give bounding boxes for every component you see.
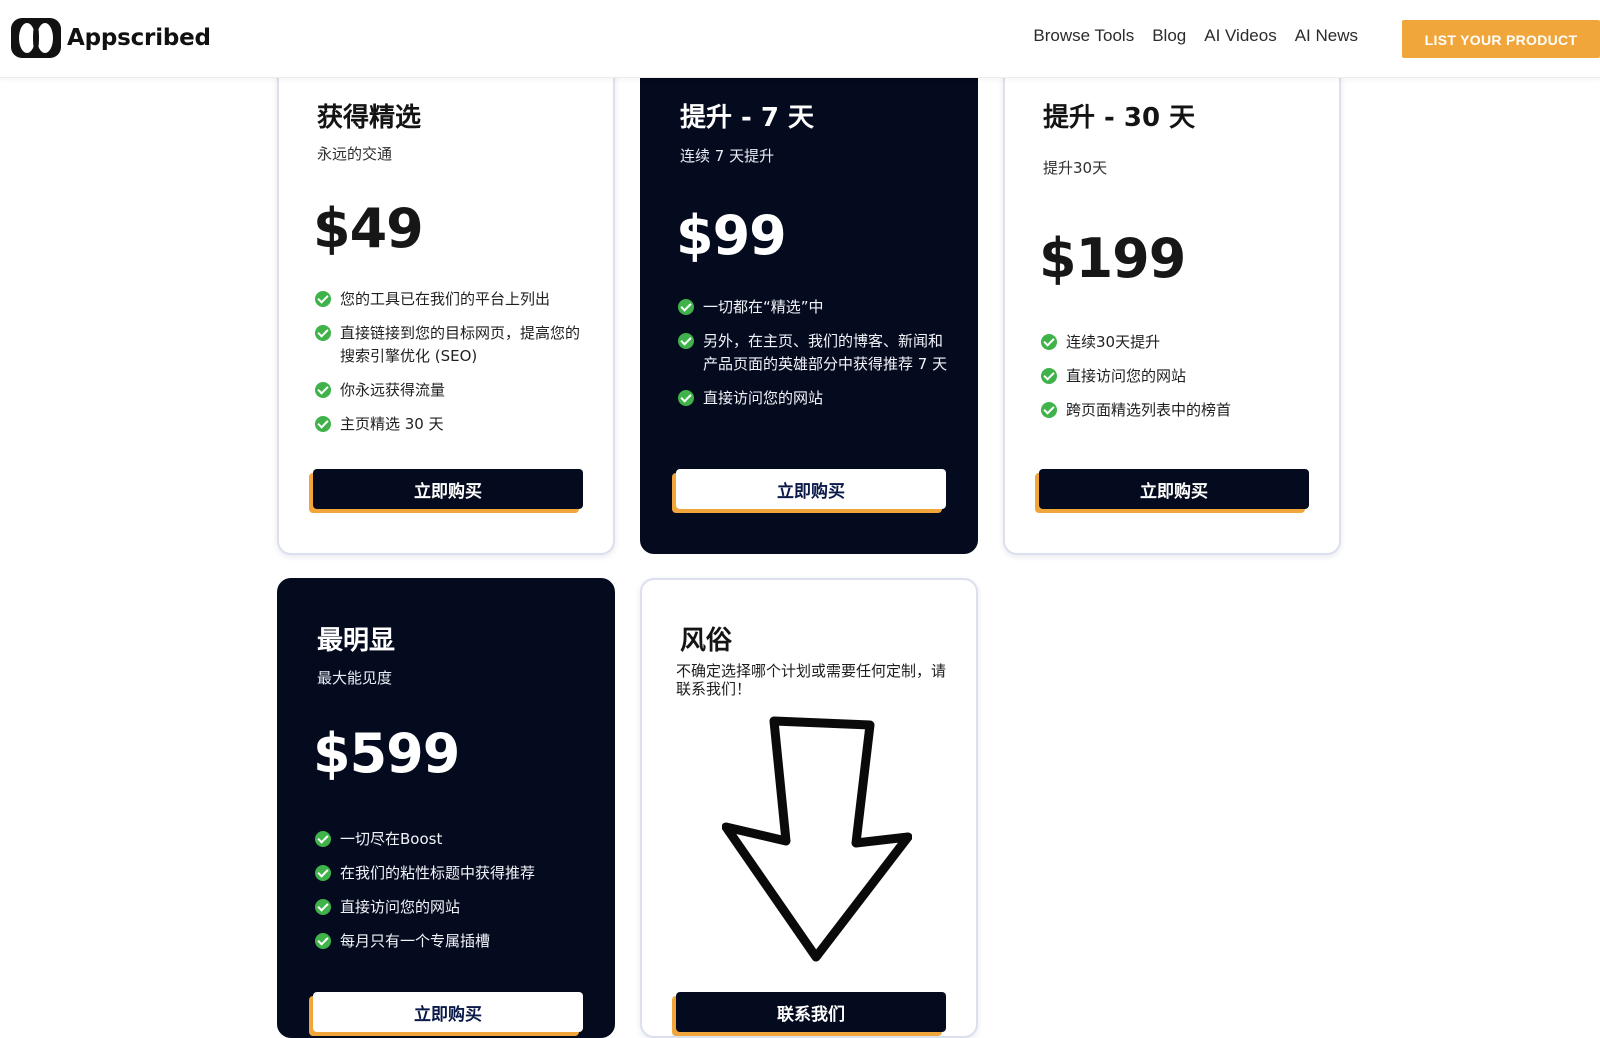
feature-item: 主页精选 30 天: [315, 413, 585, 436]
check-circle-icon: [678, 390, 694, 406]
appscribed-logo-icon: [11, 18, 61, 58]
buy-now-button[interactable]: 立即购买: [676, 469, 946, 509]
plan-card-most-visible: 最明显 最大能见度 $599 一切尽在Boost 在我们的粘性标题中获得推荐 直…: [277, 578, 615, 1038]
plan-feature-list: 一切尽在Boost 在我们的粘性标题中获得推荐 直接访问您的网站 每月只有一个专…: [315, 828, 585, 964]
feature-item: 您的工具已在我们的平台上列出: [315, 288, 585, 311]
check-circle-icon: [315, 416, 331, 432]
plan-card-custom: 风俗 不确定选择哪个计划或需要任何定制，请联系我们！ 联系我们: [640, 578, 978, 1038]
plan-title: 提升 - 30 天: [1043, 103, 1196, 133]
brand-logo-link[interactable]: Appscribed: [11, 18, 211, 58]
feature-item: 跨页面精选列表中的榜首: [1041, 399, 1311, 422]
nav-link-browse-tools[interactable]: Browse Tools: [1033, 26, 1134, 46]
plan-subtitle: 最大能见度: [317, 669, 393, 687]
feature-item: 直接访问您的网站: [315, 896, 585, 919]
plan-title: 风俗: [680, 626, 733, 656]
feature-item: 直接链接到您的目标网页，提高您的搜索引擎优化 (SEO): [315, 322, 585, 368]
contact-us-button[interactable]: 联系我们: [676, 992, 946, 1032]
plan-subtitle: 提升30天: [1043, 159, 1108, 177]
plan-title: 获得精选: [317, 103, 422, 133]
check-circle-icon: [1041, 334, 1057, 350]
buy-now-button[interactable]: 立即购买: [1039, 469, 1309, 509]
plan-card-boost-30-days: 提升 - 30 天 提升30天 $199 连续30天提升 直接访问您的网站 跨页…: [1003, 40, 1341, 555]
plan-title: 最明显: [317, 626, 396, 656]
plan-feature-list: 您的工具已在我们的平台上列出 直接链接到您的目标网页，提高您的搜索引擎优化 (S…: [315, 288, 585, 447]
feature-item: 一切都在“精选”中: [678, 296, 948, 319]
list-your-product-button[interactable]: LIST YOUR PRODUCT: [1402, 20, 1600, 58]
nav-link-ai-videos[interactable]: AI Videos: [1204, 26, 1276, 46]
plan-price: $199: [1039, 227, 1186, 290]
custom-plan-description: 不确定选择哪个计划或需要任何定制，请联系我们！: [676, 662, 947, 698]
plan-price: $49: [313, 197, 424, 260]
down-arrow-icon: [722, 716, 912, 962]
check-circle-icon: [315, 831, 331, 847]
check-circle-icon: [315, 291, 331, 307]
check-circle-icon: [315, 325, 331, 341]
check-circle-icon: [678, 333, 694, 349]
buy-now-button[interactable]: 立即购买: [313, 992, 583, 1032]
plan-subtitle: 永远的交通: [317, 145, 393, 163]
brand-name: Appscribed: [67, 25, 211, 51]
check-circle-icon: [678, 299, 694, 315]
top-navbar: Appscribed Browse Tools Blog AI Videos A…: [0, 0, 1600, 78]
plan-title: 提升 - 7 天: [680, 103, 815, 133]
feature-item: 你永远获得流量: [315, 379, 585, 402]
nav-link-blog[interactable]: Blog: [1152, 26, 1186, 46]
feature-item: 直接访问您的网站: [678, 387, 948, 410]
plan-card-boost-7-days: 提升 - 7 天 连续 7 天提升 $99 一切都在“精选”中 另外，在主页、我…: [640, 40, 978, 554]
check-circle-icon: [1041, 402, 1057, 418]
check-circle-icon: [315, 382, 331, 398]
feature-item: 另外，在主页、我们的博客、新闻和产品页面的英雄部分中获得推荐 7 天: [678, 330, 948, 376]
plan-feature-list: 连续30天提升 直接访问您的网站 跨页面精选列表中的榜首: [1041, 331, 1311, 433]
feature-item: 直接访问您的网站: [1041, 365, 1311, 388]
check-circle-icon: [315, 933, 331, 949]
feature-item: 每月只有一个专属插槽: [315, 930, 585, 953]
plan-subtitle: 连续 7 天提升: [680, 147, 775, 165]
plan-feature-list: 一切都在“精选”中 另外，在主页、我们的博客、新闻和产品页面的英雄部分中获得推荐…: [678, 296, 948, 421]
check-circle-icon: [315, 865, 331, 881]
main-nav: Browse Tools Blog AI Videos AI News: [1033, 26, 1358, 46]
check-circle-icon: [315, 899, 331, 915]
plan-price: $99: [676, 204, 787, 267]
feature-item: 一切尽在Boost: [315, 828, 585, 851]
plan-price: $599: [313, 722, 460, 785]
nav-link-ai-news[interactable]: AI News: [1295, 26, 1358, 46]
plan-card-featured: 获得精选 永远的交通 $49 您的工具已在我们的平台上列出 直接链接到您的目标网…: [277, 40, 615, 555]
feature-item: 在我们的粘性标题中获得推荐: [315, 862, 585, 885]
check-circle-icon: [1041, 368, 1057, 384]
feature-item: 连续30天提升: [1041, 331, 1311, 354]
buy-now-button[interactable]: 立即购买: [313, 469, 583, 509]
